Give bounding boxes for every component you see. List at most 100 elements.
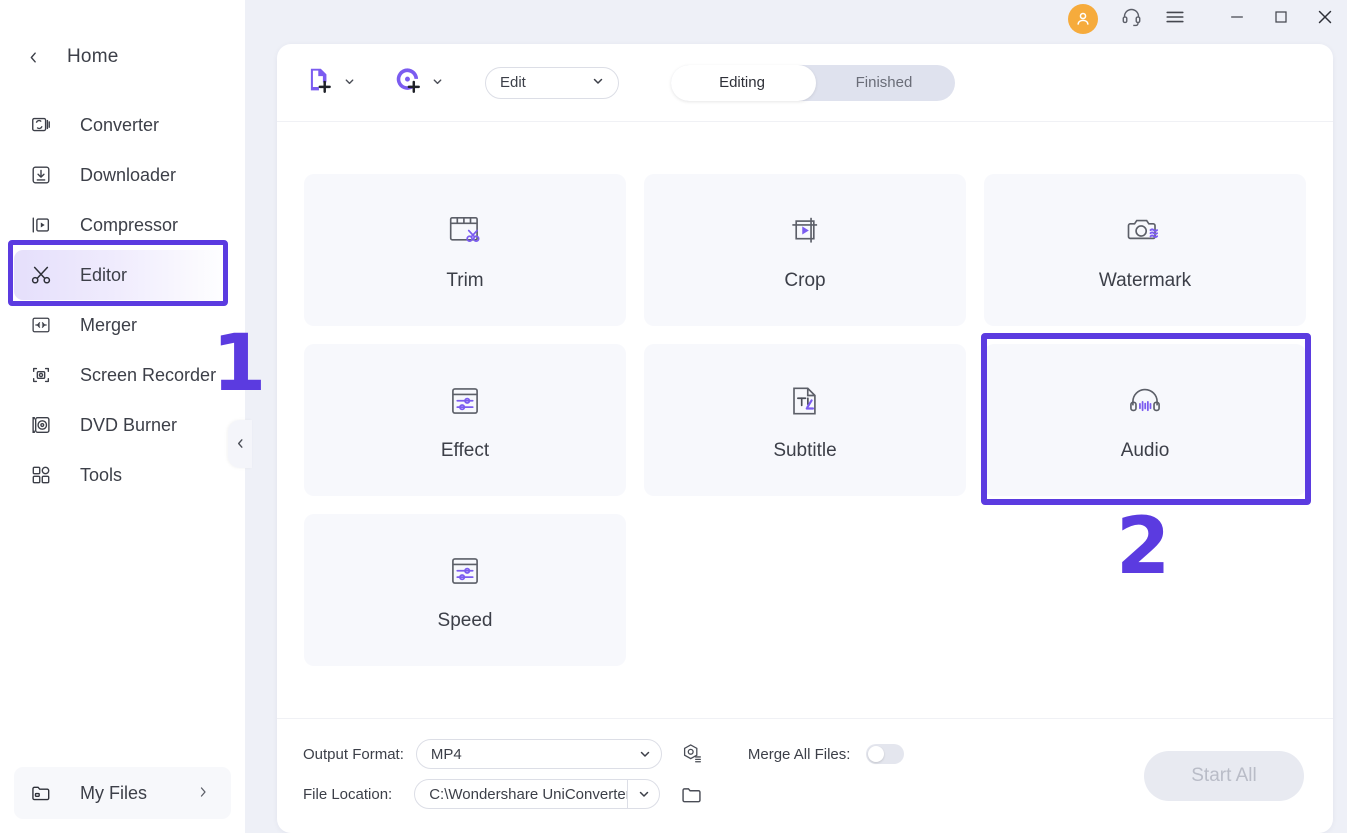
merge-all-files-label: Merge All Files: bbox=[747, 745, 851, 763]
output-format-row: Output Format: MP4 Merge All Files: bbox=[303, 739, 905, 769]
sidebar-item-compressor[interactable]: Compressor bbox=[14, 200, 231, 250]
sidebar-item-converter[interactable]: Converter bbox=[14, 100, 231, 150]
close-button[interactable] bbox=[1303, 0, 1347, 38]
add-files-button[interactable] bbox=[305, 65, 355, 100]
annotation-step-2: 2 bbox=[1116, 502, 1171, 592]
output-format-value: MP4 bbox=[430, 745, 462, 763]
tool-card-speed[interactable]: Speed bbox=[304, 514, 626, 666]
effect-icon bbox=[443, 378, 487, 424]
minimize-icon bbox=[1227, 7, 1247, 32]
watermark-icon bbox=[1123, 208, 1167, 254]
support-button[interactable] bbox=[1109, 0, 1153, 38]
title-bar bbox=[1065, 0, 1347, 38]
scissors-icon bbox=[28, 262, 54, 288]
subtitle-icon bbox=[783, 378, 827, 424]
tool-card-label: Audio bbox=[1120, 440, 1170, 461]
tool-card-label: Crop bbox=[784, 270, 826, 291]
merger-icon bbox=[28, 312, 54, 338]
file-location-row: File Location: C:\Wondershare UniConvert… bbox=[303, 779, 703, 809]
tool-card-trim[interactable]: Trim bbox=[304, 174, 626, 326]
converter-icon bbox=[28, 112, 54, 138]
user-avatar-icon bbox=[1068, 4, 1098, 34]
output-format-label: Output Format: bbox=[303, 745, 404, 763]
sidebar-item-label: Merger bbox=[80, 314, 138, 335]
merge-all-files-toggle[interactable] bbox=[866, 744, 905, 764]
app-window: Home Converter Downloader Compressor Edi… bbox=[0, 0, 1347, 833]
folder-icon bbox=[28, 780, 54, 806]
sidebar-item-tools[interactable]: Tools bbox=[14, 450, 231, 500]
start-all-button[interactable]: Start All bbox=[1144, 751, 1304, 801]
dvd-burner-icon bbox=[28, 412, 54, 438]
output-settings-icon[interactable] bbox=[680, 742, 704, 766]
chevron-right-icon bbox=[197, 786, 209, 801]
speed-icon bbox=[443, 548, 487, 594]
tools-grid: Trim Crop Watermark Effect Subtitle Audi… bbox=[304, 174, 1308, 666]
open-folder-icon[interactable] bbox=[680, 783, 703, 806]
output-format-select[interactable]: MP4 bbox=[415, 739, 662, 769]
chevron-down-icon bbox=[432, 76, 443, 90]
sidebar-nav: Converter Downloader Compressor Editor M… bbox=[0, 100, 245, 500]
tool-card-crop[interactable]: Crop bbox=[644, 174, 966, 326]
chevron-down-icon bbox=[629, 748, 661, 760]
sidebar: Home Converter Downloader Compressor Edi… bbox=[0, 0, 245, 833]
trim-icon bbox=[443, 208, 487, 254]
sidebar-collapse-button[interactable] bbox=[228, 420, 252, 468]
tab-finished[interactable]: Finished bbox=[813, 65, 955, 101]
headset-icon bbox=[1121, 6, 1142, 32]
tool-card-label: Effect bbox=[440, 440, 490, 461]
tools-grid-icon bbox=[28, 462, 54, 488]
chevron-down-icon bbox=[344, 76, 355, 90]
tool-card-label: Subtitle bbox=[773, 440, 837, 461]
tool-card-subtitle[interactable]: Subtitle bbox=[644, 344, 966, 496]
audio-icon bbox=[1123, 378, 1167, 424]
hamburger-menu-icon bbox=[1164, 6, 1186, 33]
tool-card-label: Watermark bbox=[1098, 270, 1192, 291]
sidebar-item-downloader[interactable]: Downloader bbox=[14, 150, 231, 200]
sidebar-item-screen-recorder[interactable]: Screen Recorder bbox=[14, 350, 231, 400]
chevron-left-icon bbox=[235, 437, 246, 452]
account-button[interactable] bbox=[1065, 0, 1109, 38]
sidebar-item-label: Screen Recorder bbox=[80, 364, 217, 385]
annotation-step-1: 1 bbox=[212, 319, 267, 409]
crop-icon bbox=[783, 208, 827, 254]
my-files-label: My Files bbox=[80, 782, 147, 803]
status-segmented-control: Editing Finished bbox=[671, 64, 955, 101]
chevron-down-icon bbox=[592, 75, 604, 90]
close-icon bbox=[1314, 6, 1336, 33]
maximize-button[interactable] bbox=[1259, 0, 1303, 38]
menu-button[interactable] bbox=[1153, 0, 1197, 38]
tool-card-label: Speed bbox=[437, 610, 493, 631]
file-location-value: C:\Wondershare UniConverter 1 bbox=[429, 785, 628, 803]
add-dvd-button[interactable] bbox=[393, 65, 443, 100]
output-settings-bar: Output Format: MP4 Merge All Files: File… bbox=[277, 718, 1333, 833]
tab-editing[interactable]: Editing bbox=[671, 65, 813, 101]
panel-toolbar: Edit Editing Finished bbox=[277, 44, 1333, 122]
sidebar-item-label: Converter bbox=[80, 114, 160, 135]
sidebar-item-merger[interactable]: Merger bbox=[14, 300, 231, 350]
add-disc-icon bbox=[393, 65, 423, 100]
sidebar-item-dvd-burner[interactable]: DVD Burner bbox=[14, 400, 231, 450]
tool-card-watermark[interactable]: Watermark bbox=[984, 174, 1306, 326]
tool-card-audio[interactable]: Audio bbox=[984, 344, 1306, 496]
file-location-select[interactable]: C:\Wondershare UniConverter 1 bbox=[414, 779, 661, 809]
mode-select[interactable]: Edit bbox=[485, 66, 619, 99]
downloader-icon bbox=[28, 162, 54, 188]
screen-recorder-icon bbox=[28, 362, 54, 388]
home-button[interactable]: Home bbox=[0, 36, 245, 78]
chevron-down-icon bbox=[627, 780, 659, 808]
sidebar-item-label: Tools bbox=[80, 464, 123, 485]
sidebar-item-label: Downloader bbox=[80, 164, 177, 185]
add-file-icon bbox=[305, 65, 335, 100]
my-files-button[interactable]: My Files bbox=[14, 767, 231, 819]
compressor-icon bbox=[28, 212, 54, 238]
minimize-button[interactable] bbox=[1215, 0, 1259, 38]
tool-card-label: Trim bbox=[446, 270, 484, 291]
file-location-label: File Location: bbox=[303, 785, 393, 803]
sidebar-item-editor[interactable]: Editor bbox=[14, 250, 231, 300]
tool-card-effect[interactable]: Effect bbox=[304, 344, 626, 496]
main-panel: Edit Editing Finished Trim Crop Watermar… bbox=[277, 44, 1333, 833]
home-label: Home bbox=[67, 46, 119, 67]
mode-select-value: Edit bbox=[500, 74, 526, 91]
toggle-knob bbox=[868, 746, 885, 762]
sidebar-item-label: Editor bbox=[80, 264, 128, 285]
